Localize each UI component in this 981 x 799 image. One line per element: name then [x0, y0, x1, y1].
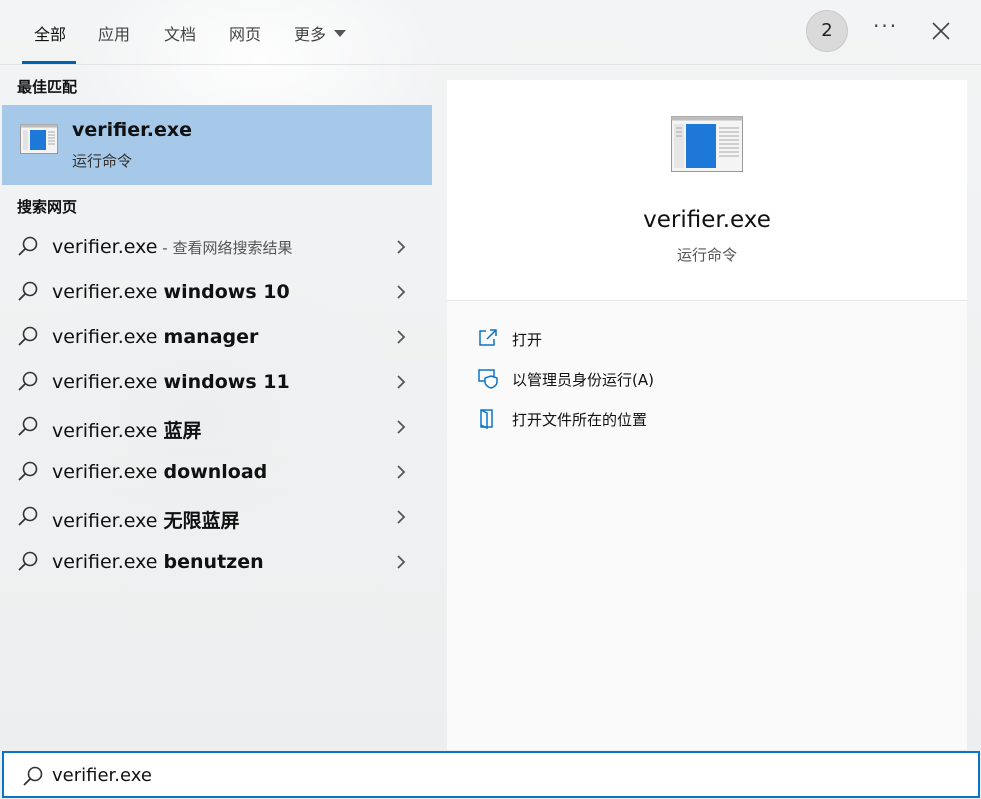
- best-match-name: verifier.exe: [72, 119, 193, 141]
- web-suggestion-item[interactable]: verifier.exe manager: [2, 315, 432, 360]
- search-icon: [23, 766, 43, 786]
- open-file-location-label: 打开文件所在的位置: [512, 411, 648, 429]
- search-icon: [18, 326, 38, 346]
- suggestion-query: verifier.exe: [52, 510, 164, 532]
- search-box[interactable]: [2, 751, 980, 798]
- suggestion-query: verifier.exe: [52, 326, 164, 348]
- tab-documents[interactable]: 文档: [164, 21, 196, 45]
- search-icon: [18, 506, 38, 526]
- web-suggestion-item[interactable]: verifier.exe windows 11: [2, 360, 432, 405]
- detail-app-name: verifier.exe: [643, 207, 771, 233]
- web-suggestion-item[interactable]: verifier.exe benutzen: [2, 540, 432, 585]
- open-action-label: 打开: [512, 331, 543, 349]
- detail-app-type: 运行命令: [676, 246, 737, 264]
- chevron-right-icon[interactable]: [395, 553, 407, 571]
- suggestion-completion: benutzen: [163, 551, 264, 573]
- more-options-button[interactable]: ···: [873, 14, 898, 38]
- chevron-right-icon[interactable]: [395, 328, 407, 346]
- search-icon: [18, 371, 38, 391]
- rewards-badge[interactable]: 2: [806, 10, 848, 52]
- chevron-right-icon[interactable]: [395, 283, 407, 301]
- best-match-item[interactable]: verifier.exe 运行命令: [2, 105, 432, 185]
- suggestion-query: verifier.exe: [52, 236, 158, 258]
- suggestion-query: verifier.exe: [52, 371, 164, 393]
- chevron-right-icon[interactable]: [395, 373, 407, 391]
- chevron-right-icon[interactable]: [395, 418, 407, 436]
- tab-apps[interactable]: 应用: [98, 21, 130, 45]
- best-match-heading: 最佳匹配: [17, 78, 78, 96]
- open-action[interactable]: 打开: [477, 325, 937, 355]
- suggestion-completion: manager: [163, 326, 259, 348]
- chevron-right-icon[interactable]: [395, 238, 407, 256]
- search-icon: [18, 551, 38, 571]
- suggestion-hint: - 查看网络搜索结果: [157, 239, 293, 257]
- chevron-right-icon[interactable]: [395, 508, 407, 526]
- detail-pane: verifier.exe 运行命令 打开 以管理员身份运行(A) 打开文件所在的…: [447, 80, 967, 750]
- suggestion-query: verifier.exe: [52, 461, 164, 483]
- caret-down-icon: [334, 30, 347, 37]
- filter-tab-bar: 全部 应用 文档 网页 更多 2 ···: [0, 0, 981, 65]
- web-suggestion-item[interactable]: verifier.exe windows 10: [2, 270, 432, 315]
- suggestion-query: verifier.exe: [52, 281, 164, 303]
- suggestion-completion: 无限蓝屏: [163, 510, 240, 532]
- tab-web[interactable]: 网页: [229, 21, 261, 45]
- suggestion-completion: 蓝屏: [163, 420, 202, 442]
- best-match-type: 运行命令: [72, 152, 133, 170]
- suggestion-query: verifier.exe: [52, 551, 164, 573]
- web-suggestion-item[interactable]: verifier.exe download: [2, 450, 432, 495]
- chevron-right-icon[interactable]: [395, 463, 407, 481]
- search-icon: [18, 236, 38, 256]
- suggestion-query: verifier.exe: [52, 420, 164, 442]
- web-search-heading: 搜索网页: [17, 198, 78, 216]
- search-icon: [18, 281, 38, 301]
- tab-all[interactable]: 全部: [34, 21, 66, 45]
- detail-header: verifier.exe 运行命令: [447, 80, 967, 301]
- web-suggestion-item[interactable]: verifier.exe 蓝屏: [2, 405, 432, 450]
- search-icon: [18, 416, 38, 436]
- tab-more-label: 更多: [294, 25, 327, 44]
- file-location-icon: [480, 409, 493, 429]
- run-as-admin-label: 以管理员身份运行(A): [512, 371, 654, 389]
- run-as-admin-action[interactable]: 以管理员身份运行(A): [477, 365, 937, 395]
- suggestion-completion: windows 11: [163, 371, 290, 393]
- suggestion-completion: windows 10: [163, 281, 290, 303]
- active-tab-indicator: [22, 61, 76, 64]
- suggestion-completion: download: [163, 461, 268, 483]
- app-window-icon: [20, 124, 58, 154]
- admin-shield-icon: [478, 369, 498, 389]
- search-icon: [18, 461, 38, 481]
- open-icon: [479, 329, 497, 346]
- close-icon[interactable]: [930, 20, 952, 42]
- tab-more[interactable]: 更多: [294, 21, 347, 45]
- web-suggestion-item[interactable]: verifier.exe 无限蓝屏: [2, 495, 432, 540]
- open-file-location-action[interactable]: 打开文件所在的位置: [477, 405, 937, 435]
- search-input[interactable]: [52, 761, 932, 789]
- app-window-icon: [671, 116, 743, 172]
- web-suggestion-item[interactable]: verifier.exe - 查看网络搜索结果: [2, 225, 432, 270]
